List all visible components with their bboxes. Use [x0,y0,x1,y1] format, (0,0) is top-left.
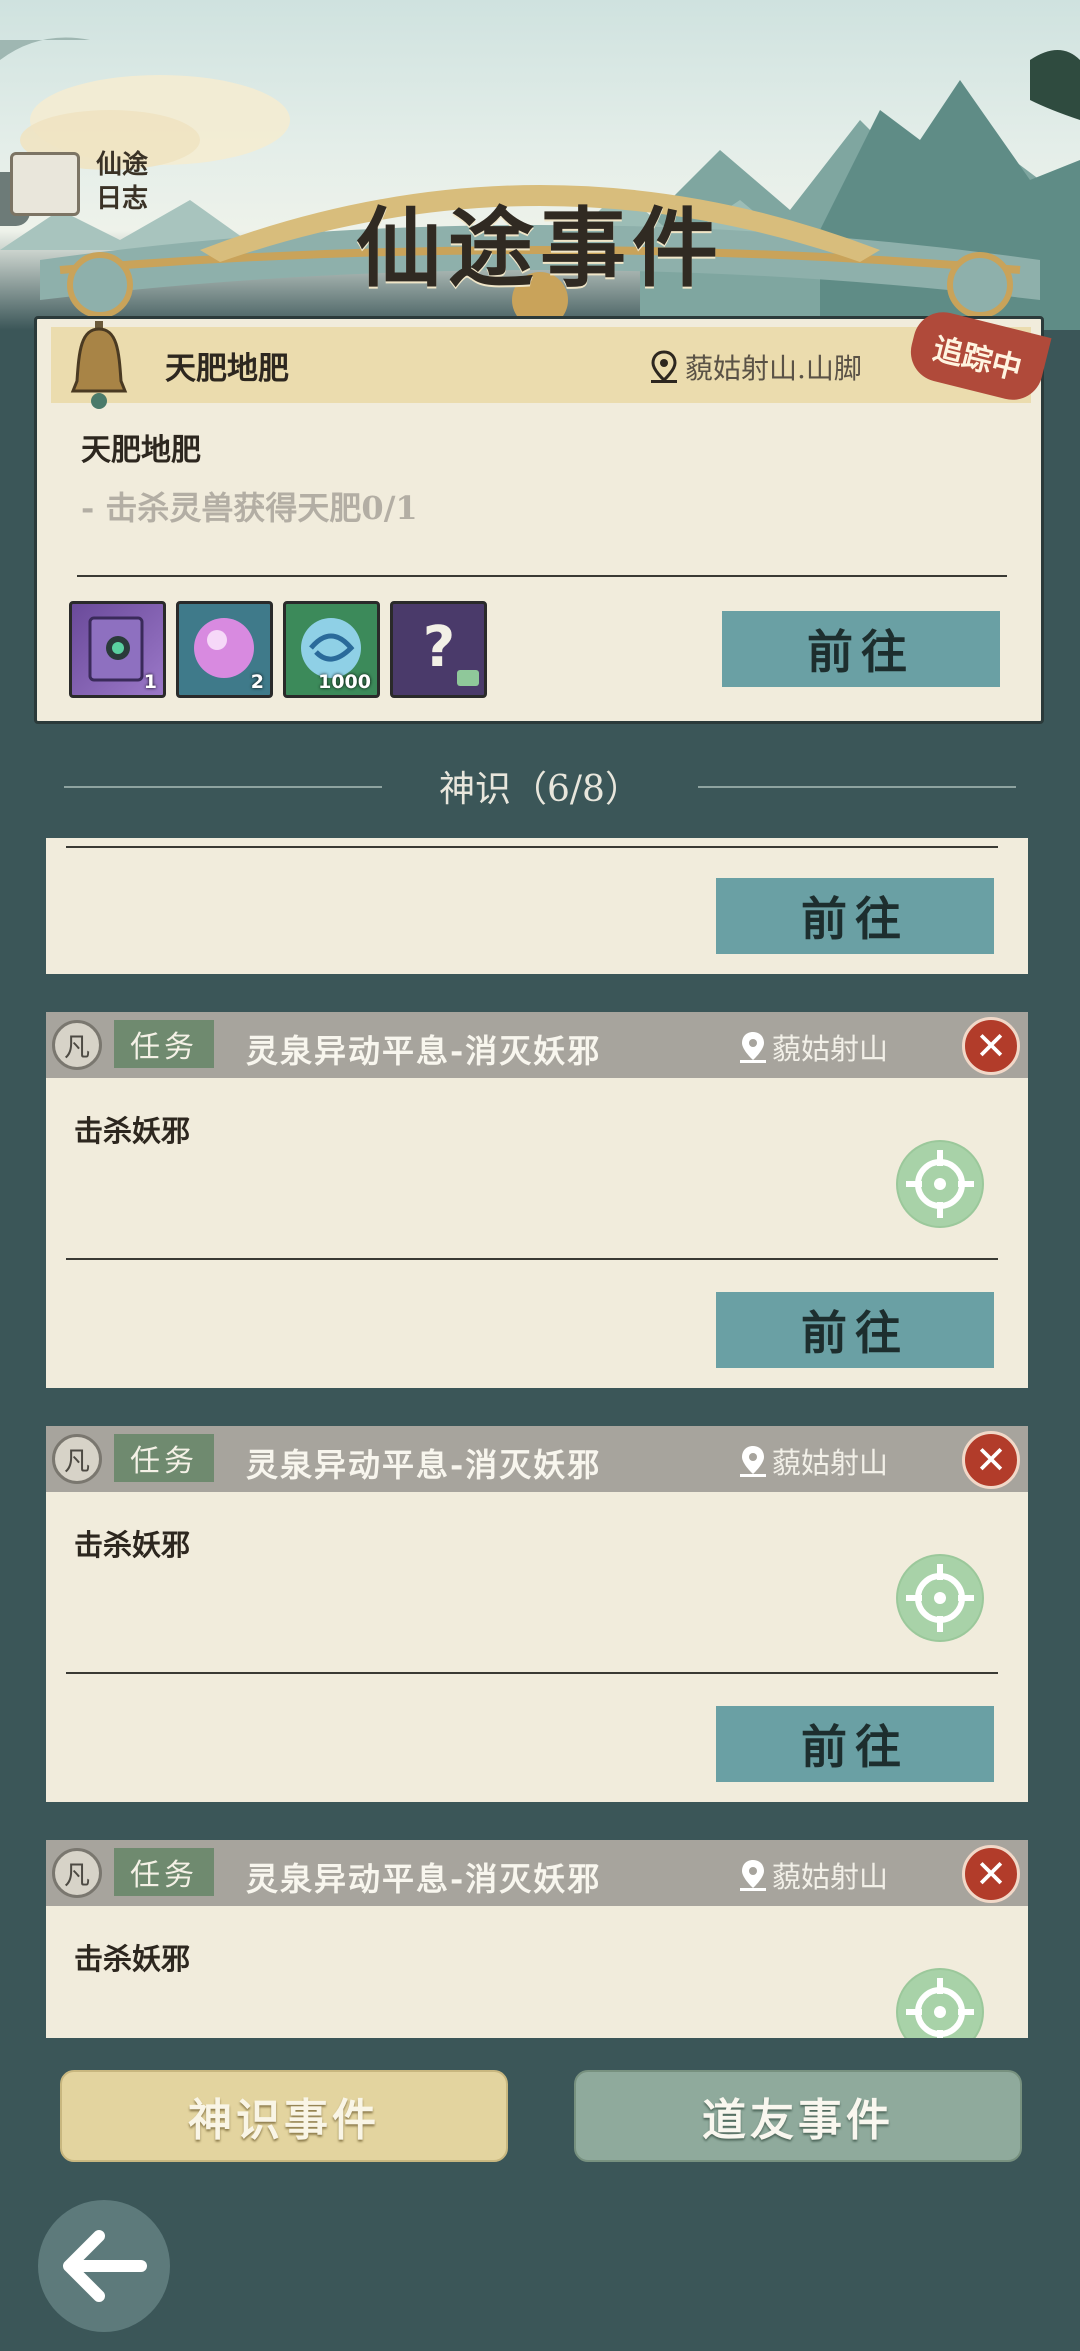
quest-description: 击杀妖邪 [74,1942,191,1976]
reward-item[interactable]: 1 [69,601,166,698]
close-button[interactable]: ✕ [962,1845,1020,1903]
quest-type-tag: 任务 [114,1848,214,1896]
go-button[interactable]: 前往 [716,878,994,954]
quest-location: 藐姑射山 [738,1440,888,1482]
close-icon: ✕ [975,1024,1007,1068]
rank-badge: 凡 [52,1020,102,1070]
header-scenery: 仙途 日志 仙途事件 [0,0,1080,330]
quest-location: 藐姑射山 [738,1026,888,1068]
reward-item[interactable]: ? [390,601,487,698]
go-button[interactable]: 前往 [716,1706,994,1782]
quest-title: 灵泉异动平息-消灭妖邪 [246,1446,602,1484]
quest-location: 藐姑射山 [738,1854,888,1896]
back-arrow-icon [63,2230,147,2302]
back-button[interactable] [38,2200,170,2332]
list-item: 凡 任务 灵泉异动平息-消灭妖邪 藐姑射山 ✕ 击杀妖邪 前往 [46,1012,1028,1388]
close-button[interactable]: ✕ [962,1017,1020,1075]
tab-daoyou-events[interactable]: 道友事件 [574,2070,1022,2162]
location-text: 藐姑射山.山脚 [685,352,862,385]
quest-description: 击杀妖邪 [74,1114,191,1148]
quest-description: 击杀妖邪 [74,1528,191,1562]
crosshair-icon[interactable] [896,1140,984,1228]
go-button[interactable]: 前往 [716,1292,994,1368]
quest-title: 灵泉异动平息-消灭妖邪 [246,1032,602,1070]
location-text: 藐姑射山 [772,1446,889,1480]
divider [77,575,1007,577]
location-pin-icon [740,1032,766,1063]
reward-list: 1 2 1000 ? [69,601,487,698]
rank-badge: 凡 [52,1848,102,1898]
quest-type-tag: 任务 [114,1020,214,1068]
divider [66,1672,998,1674]
event-list[interactable]: 前往 凡 任务 灵泉异动平息-消灭妖邪 藐姑射山 ✕ 击杀妖邪 前往 凡 任务 … [46,838,1028,2038]
svg-text:?: ? [423,615,455,680]
close-icon: ✕ [975,1438,1007,1482]
reward-item[interactable]: 2 [176,601,273,698]
bell-icon [70,321,128,409]
page-title: 仙途事件 [356,198,724,299]
list-item: 凡 任务 灵泉异动平息-消灭妖邪 藐姑射山 ✕ 击杀妖邪 [46,1840,1028,2038]
tracked-event-subtitle: 天肥地肥 [81,433,201,468]
tracked-event-location: 藐姑射山.山脚 [649,347,862,387]
go-button[interactable]: 前往 [722,611,1000,687]
section-title: 神识（6/8） [439,769,641,810]
location-pin-icon [740,1446,766,1477]
list-item: 前往 [46,838,1028,974]
location-pin-icon [740,1860,766,1891]
tracked-event-card: 天肥地肥 藐姑射山.山脚 追踪中 天肥地肥 - 击杀灵兽获得天肥0/1 1 2 [34,305,1052,724]
quest-type-tag: 任务 [114,1434,214,1482]
close-icon: ✕ [975,1852,1007,1896]
list-item: 凡 任务 灵泉异动平息-消灭妖邪 藐姑射山 ✕ 击杀妖邪 前往 [46,1426,1028,1802]
location-text: 藐姑射山 [772,1860,889,1894]
divider [66,846,998,848]
reward-quantity: 2 [250,671,264,693]
close-button[interactable]: ✕ [962,1431,1020,1489]
tracked-event-name: 天肥地肥 [165,351,289,387]
crosshair-icon[interactable] [896,1968,984,2038]
crosshair-icon[interactable] [896,1554,984,1642]
reward-item[interactable]: 1000 [283,601,380,698]
tab-shenshi-events[interactable]: 神识事件 [60,2070,508,2162]
tracked-event-objective: - 击杀灵兽获得天肥0/1 [81,489,418,527]
location-text: 藐姑射山 [772,1032,889,1066]
reward-quantity: 1 [143,671,157,693]
divider [66,1258,998,1260]
quest-title: 灵泉异动平息-消灭妖邪 [246,1860,602,1898]
mystery-box-icon: ? [423,615,479,686]
location-pin-icon [651,350,677,383]
rank-badge: 凡 [52,1434,102,1484]
reward-quantity: 1000 [318,671,371,693]
